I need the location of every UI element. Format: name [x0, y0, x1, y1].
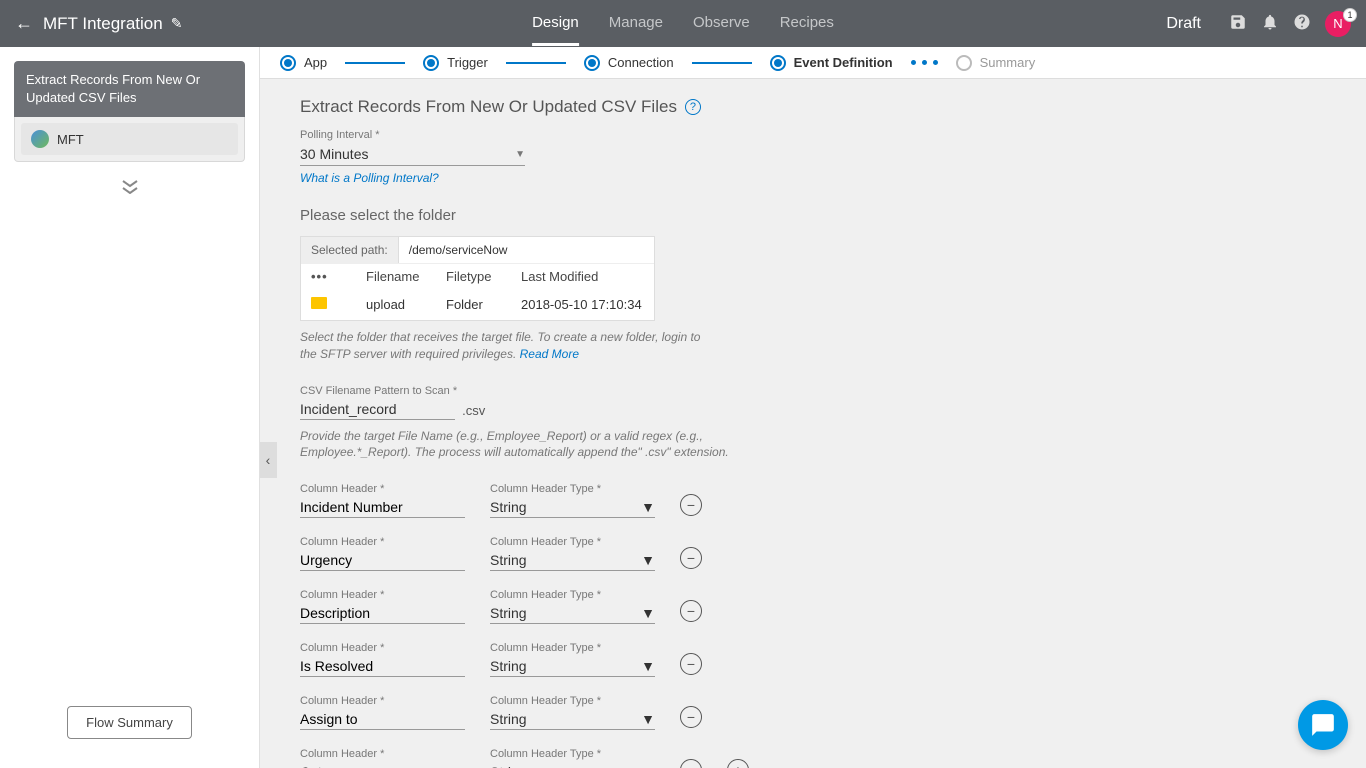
folder-icon — [311, 297, 327, 309]
header-actions: N 1 — [1229, 11, 1351, 37]
remove-row-button[interactable]: − — [680, 759, 702, 768]
chevron-down-icon: ▼ — [641, 658, 655, 674]
pencil-icon[interactable]: ✎ — [171, 15, 183, 32]
folder-section-title: Please select the folder — [300, 207, 1326, 224]
folder-table-header: ••• Filename Filetype Last Modified — [301, 263, 654, 289]
column-type-select[interactable]: String▼ — [490, 497, 655, 518]
step-event-definition[interactable]: Event Definition — [770, 55, 893, 71]
column-type-select[interactable]: String▼ — [490, 762, 655, 768]
page-title: MFT Integration — [43, 14, 163, 34]
polling-interval-select[interactable]: 30 Minutes ▼ — [300, 143, 525, 166]
column-header-input[interactable] — [300, 709, 465, 730]
polling-label: Polling Interval * — [300, 129, 1326, 141]
column-header-input[interactable] — [300, 550, 465, 571]
column-header-input[interactable] — [300, 603, 465, 624]
column-row: Column Header * Column Header Type *Stri… — [300, 536, 1326, 571]
remove-row-button[interactable]: − — [680, 706, 702, 728]
chevron-down-icon: ▼ — [641, 499, 655, 515]
chevron-down-icon: ▼ — [641, 552, 655, 568]
app-card: MFT — [14, 117, 245, 162]
panel-collapse-handle[interactable]: ‹ — [260, 442, 277, 478]
top-tabs: Design Manage Observe Recipes — [532, 2, 834, 46]
wizard-stepper: App Trigger Connection Event Definition … — [260, 47, 1366, 79]
column-header-input[interactable] — [300, 656, 465, 677]
step-trigger[interactable]: Trigger — [423, 55, 488, 71]
status-label: Draft — [1166, 15, 1201, 33]
more-icon[interactable]: ••• — [311, 269, 328, 284]
sidebar-app-item[interactable]: MFT — [21, 123, 238, 155]
remove-row-button[interactable]: − — [680, 547, 702, 569]
step-connector — [692, 62, 752, 64]
form-area: Extract Records From New Or Updated CSV … — [260, 79, 1366, 768]
column-type-select[interactable]: String▼ — [490, 603, 655, 624]
column-row: Column Header * Column Header Type *Stri… — [300, 642, 1326, 677]
column-row: Column Header * Column Header Type *Stri… — [300, 748, 1326, 768]
tab-observe[interactable]: Observe — [693, 2, 750, 46]
content-area: ‹ App Trigger Connection Event Definitio… — [260, 47, 1366, 768]
add-row-button[interactable]: + — [727, 759, 749, 768]
column-row: Column Header * Column Header Type *Stri… — [300, 589, 1326, 624]
column-row: Column Header * Column Header Type *Stri… — [300, 695, 1326, 730]
folder-browser: Selected path: /demo/serviceNow ••• File… — [300, 236, 655, 321]
back-arrow-icon[interactable]: ← — [15, 13, 33, 34]
app-name: MFT — [57, 132, 84, 147]
selected-path-label: Selected path: — [301, 237, 399, 263]
form-title: Extract Records From New Or Updated CSV … — [300, 97, 1326, 117]
column-type-select[interactable]: String▼ — [490, 550, 655, 571]
step-app[interactable]: App — [280, 55, 327, 71]
remove-row-button[interactable]: − — [680, 600, 702, 622]
step-connector-dots — [911, 60, 938, 65]
flow-card[interactable]: Extract Records From New Or Updated CSV … — [14, 61, 245, 117]
step-connection[interactable]: Connection — [584, 55, 674, 71]
folder-table-row[interactable]: upload Folder 2018-05-10 17:10:34 — [301, 289, 654, 320]
csv-extension-text: .csv — [462, 403, 485, 420]
tab-manage[interactable]: Manage — [609, 2, 663, 46]
chat-bubble-button[interactable] — [1298, 700, 1348, 750]
tab-recipes[interactable]: Recipes — [780, 2, 834, 46]
mft-app-icon — [31, 130, 49, 148]
chevron-down-icon: ▼ — [641, 711, 655, 727]
help-icon[interactable]: ? — [685, 99, 701, 115]
help-icon[interactable] — [1293, 13, 1311, 34]
avatar-letter: N — [1333, 16, 1342, 31]
bell-icon[interactable] — [1261, 13, 1279, 34]
save-icon[interactable] — [1229, 13, 1247, 34]
folder-path-row: Selected path: /demo/serviceNow — [301, 237, 654, 263]
step-connector — [506, 62, 566, 64]
csv-hint: Provide the target File Name (e.g., Empl… — [300, 428, 760, 462]
column-row: Column Header * Column Header Type *Stri… — [300, 483, 1326, 518]
avatar-badge: 1 — [1343, 8, 1357, 22]
column-header-input[interactable] — [300, 497, 465, 518]
column-type-select[interactable]: String▼ — [490, 656, 655, 677]
tab-design[interactable]: Design — [532, 2, 579, 46]
remove-row-button[interactable]: − — [680, 494, 702, 516]
read-more-link[interactable]: Read More — [520, 347, 579, 361]
csv-pattern-input[interactable] — [300, 399, 455, 420]
csv-pattern-label: CSV Filename Pattern to Scan * — [300, 385, 457, 397]
folder-hint: Select the folder that receives the targ… — [300, 329, 720, 363]
flow-summary-button[interactable]: Flow Summary — [67, 706, 192, 739]
column-type-select[interactable]: String▼ — [490, 709, 655, 730]
chevron-down-icon: ▼ — [641, 764, 655, 768]
column-headers-list: Column Header * Column Header Type *Stri… — [300, 483, 1326, 768]
chevron-down-icon: ▼ — [515, 149, 525, 160]
top-bar: ← MFT Integration ✎ Design Manage Observ… — [0, 0, 1366, 47]
column-header-input[interactable] — [300, 762, 465, 768]
chevron-down-icon: ▼ — [641, 605, 655, 621]
step-connector — [345, 62, 405, 64]
sidebar-collapse-icon[interactable] — [14, 180, 245, 197]
step-summary[interactable]: Summary — [956, 55, 1036, 71]
selected-path-value: /demo/serviceNow — [399, 237, 518, 263]
polling-help-link[interactable]: What is a Polling Interval? — [300, 171, 439, 185]
avatar[interactable]: N 1 — [1325, 11, 1351, 37]
remove-row-button[interactable]: − — [680, 653, 702, 675]
sidebar: Extract Records From New Or Updated CSV … — [0, 47, 260, 768]
